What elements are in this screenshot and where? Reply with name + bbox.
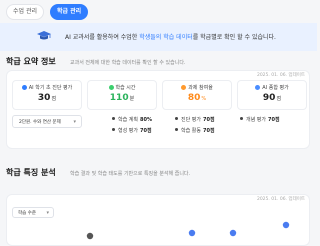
analysis-updated: 2025. 01. 06. 업데이트	[256, 197, 305, 202]
data-point	[229, 229, 237, 237]
ai-icon	[255, 85, 261, 90]
ai-icon	[21, 85, 27, 90]
banner-highlight: 학생들의 학습 데이터	[139, 34, 193, 41]
tab-class-lessons[interactable]: 수업 관리	[6, 4, 44, 20]
data-point	[86, 232, 94, 240]
graduation-cap-icon	[37, 31, 51, 40]
metric-diagnostic: 진단 평가 70점	[175, 116, 215, 123]
check-icon	[181, 85, 187, 90]
tab-class-management[interactable]: 학급 관리	[50, 4, 89, 20]
data-point	[282, 221, 290, 229]
scatter-plot	[86, 221, 290, 240]
stat-study-time: 학습 시간 110분	[87, 80, 157, 110]
chevron-down-icon: ▾	[46, 210, 49, 216]
stat-homework-rate: 과제 참여율 80%	[162, 80, 232, 110]
chevron-down-icon: ▾	[73, 119, 76, 125]
summary-description: 교과서 전체에 대한 학습 데이터를 확인 할 수 있습니다.	[70, 60, 186, 66]
level-dropdown[interactable]: 학습 수준 ▾	[12, 207, 54, 218]
summary-title: 학급 요약 정보	[6, 57, 56, 66]
stat-overall-eval: AI 종합 평가 90점	[237, 80, 307, 110]
stats-row: AI 학기 초 진단 평가 30점 학습 시간 110분 과제 참여율 80% …	[12, 80, 307, 110]
stat-diagnostic: AI 학기 초 진단 평가 30점	[12, 80, 82, 110]
info-banner: AI 교과서를 활용하여 수업한 학생들의 학습 데이터를 학급별로 확인 할 …	[0, 23, 317, 51]
metric-activity: 학습 활동 70점	[175, 127, 215, 134]
metric-concept: 개념 평가 70점	[240, 116, 280, 123]
analysis-description: 학습 결과 및 학습 태도를 기반으로 특징을 분석해 줍니다.	[70, 171, 191, 177]
clock-icon	[108, 85, 114, 90]
tab-bar: 수업 관리 학급 관리	[6, 4, 89, 20]
metric-formative: 형성 평가 70점	[112, 127, 152, 134]
metric-study-plan: 학습 계획 80%	[112, 116, 152, 123]
summary-updated: 2025. 01. 06. 업데이트	[256, 73, 305, 78]
analysis-title: 학급 특징 분석	[6, 168, 56, 177]
data-point	[188, 229, 196, 237]
banner-text: AI 교과서를 활용하여 수업한 학생들의 학습 데이터를 학급별로 확인 할 …	[65, 34, 276, 41]
unit-select[interactable]: 2단원. 수와 연산 문제 ▾	[12, 115, 82, 128]
